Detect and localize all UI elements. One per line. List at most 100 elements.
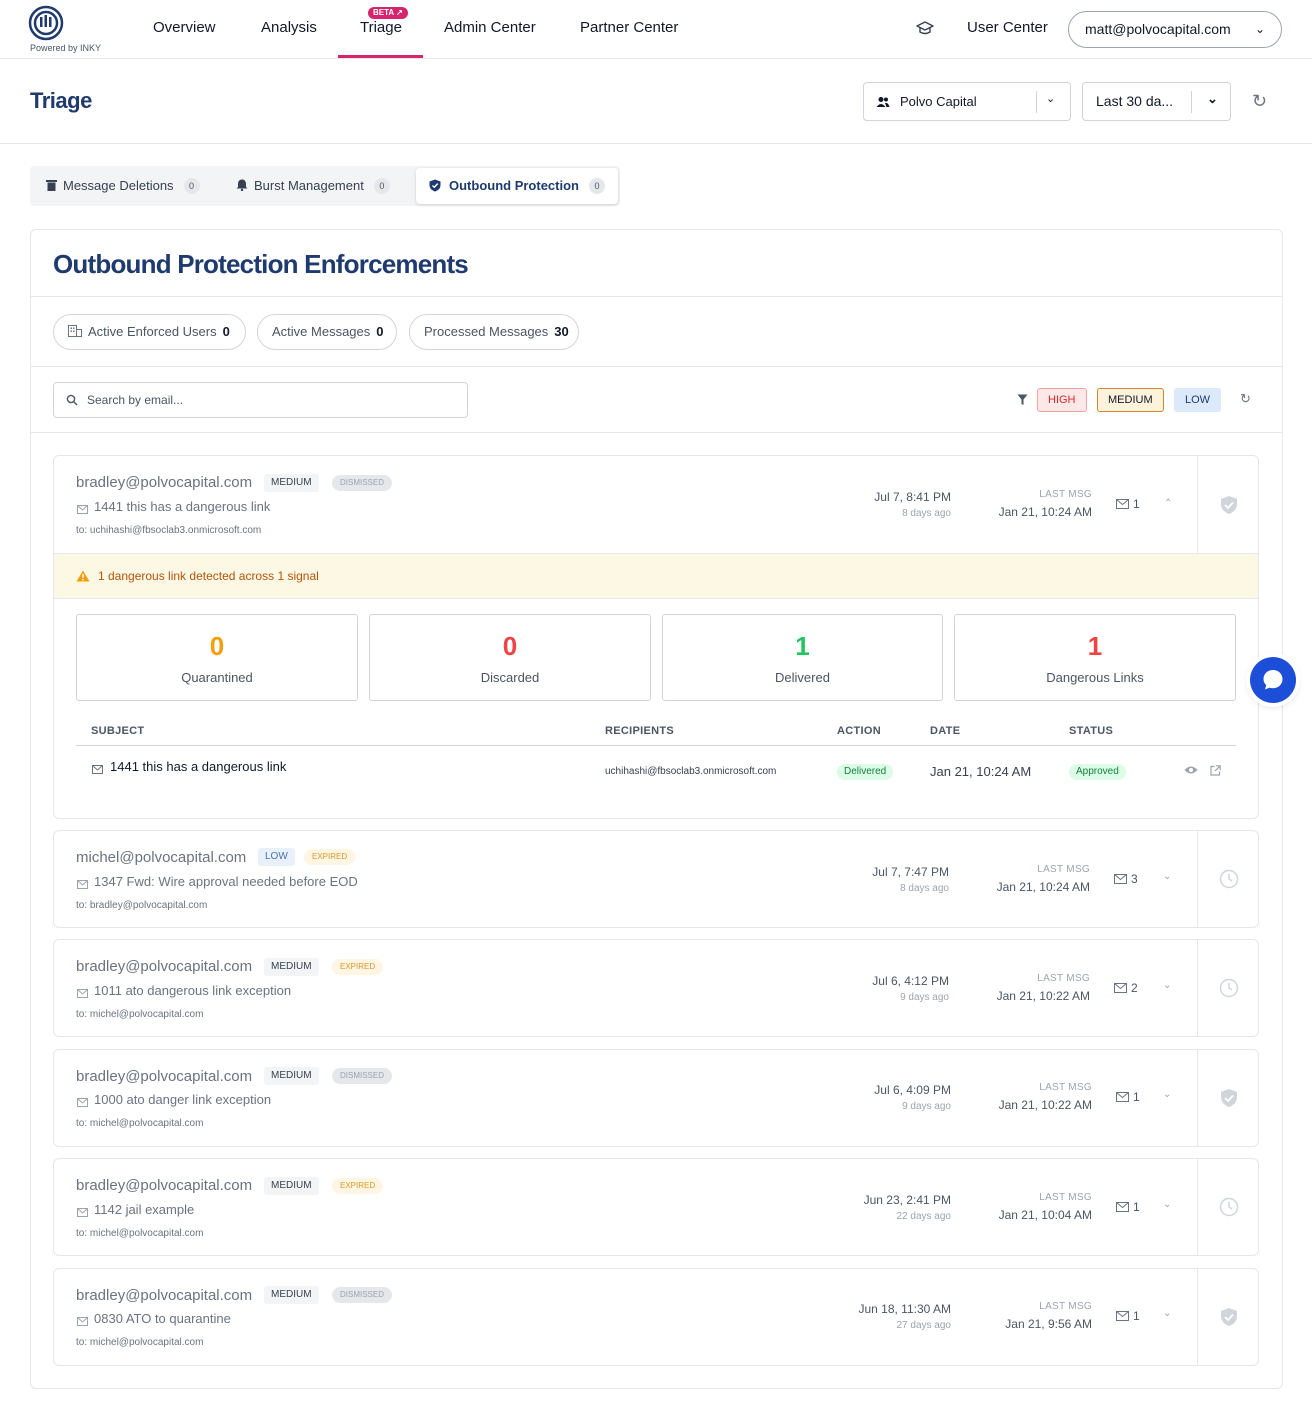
envelope-icon xyxy=(92,765,103,774)
pill-active-messages[interactable]: Active Messages 0 xyxy=(257,314,397,350)
external-link-icon[interactable] xyxy=(1210,765,1221,776)
row-recipient: to: michel@polvocapital.com xyxy=(76,1337,204,1348)
status-approved-badge: Approved xyxy=(1069,764,1126,780)
stat-label: Discarded xyxy=(480,670,540,685)
row-recipient: to: bradley@polvocapital.com xyxy=(76,900,208,911)
status-badge: DISMISSED xyxy=(332,1068,393,1084)
envelope-icon xyxy=(77,880,88,889)
filter-icon[interactable] xyxy=(1017,394,1028,406)
envelope-icon xyxy=(1114,874,1127,884)
status-badge: DISMISSED xyxy=(332,475,393,491)
inky-logo-icon[interactable] xyxy=(28,5,64,41)
sender-email[interactable]: bradley@polvocapital.com xyxy=(76,1287,252,1304)
nav-overview[interactable]: Overview xyxy=(153,19,216,36)
chat-launcher-button[interactable] xyxy=(1250,657,1296,703)
nav-analysis[interactable]: Analysis xyxy=(261,19,317,36)
row-date: Jul 7, 8:41 PM xyxy=(874,490,951,504)
envelope-icon xyxy=(1116,1202,1129,1212)
chevron-down-icon[interactable]: ⌄ xyxy=(1163,871,1171,882)
last-msg-label: LAST MSG xyxy=(1037,973,1090,984)
severity-badge: MEDIUM xyxy=(264,1177,319,1195)
row-subject: 1011 ato dangerous link exception xyxy=(94,983,292,998)
organization-select[interactable]: Polvo Capital ⌄ xyxy=(863,82,1071,121)
row-ago: 8 days ago xyxy=(900,883,949,894)
severity-badge: MEDIUM xyxy=(264,1067,319,1085)
stat-label: Dangerous Links xyxy=(1046,670,1144,685)
nav-user-center[interactable]: User Center xyxy=(967,19,1048,36)
tab-burst-management[interactable]: Burst Management 0 xyxy=(236,166,390,206)
message-recipient: uchihashi@fbsoclab3.onmicrosoft.com xyxy=(605,766,777,777)
sender-email[interactable]: michel@polvocapital.com xyxy=(76,849,246,866)
row-recipient: to: michel@polvocapital.com xyxy=(76,1009,204,1020)
last-msg-label: LAST MSG xyxy=(1039,1082,1092,1093)
nav-partner-center[interactable]: Partner Center xyxy=(580,19,678,36)
stat-value: 0 xyxy=(502,631,518,661)
row-subject: 1347 Fwd: Wire approval needed before EO… xyxy=(94,874,358,889)
tab-count: 0 xyxy=(183,178,200,194)
search-input[interactable]: Search by email... xyxy=(53,382,468,418)
column-header-status: STATUS xyxy=(1069,725,1114,737)
sender-email[interactable]: bradley@polvocapital.com xyxy=(76,474,252,491)
sender-email[interactable]: bradley@polvocapital.com xyxy=(76,1177,252,1194)
chevron-down-icon[interactable]: ⌄ xyxy=(1163,1308,1171,1319)
envelope-icon xyxy=(1116,1311,1129,1321)
row-subject: 0830 ATO to quarantine xyxy=(94,1311,231,1326)
nav-triage[interactable]: Triage xyxy=(360,19,402,36)
refresh-icon[interactable]: ↻ xyxy=(1252,91,1272,111)
organization-value: Polvo Capital xyxy=(900,94,977,109)
row-ago: 9 days ago xyxy=(900,992,949,1003)
filter-low[interactable]: LOW xyxy=(1174,388,1222,412)
sender-email[interactable]: bradley@polvocapital.com xyxy=(76,958,252,975)
stat-label: Quarantined xyxy=(181,670,253,685)
refresh-icon[interactable]: ↻ xyxy=(1240,391,1251,407)
chevron-down-icon: ⌄ xyxy=(1046,93,1056,105)
eye-icon[interactable] xyxy=(1184,765,1198,775)
nav-active-indicator xyxy=(338,55,423,58)
alert-text: 1 dangerous link detected across 1 signa… xyxy=(98,569,319,583)
stat-value: 1 xyxy=(1087,631,1103,661)
shield-check-icon xyxy=(429,179,441,192)
chevron-up-icon[interactable]: ⌃ xyxy=(1164,498,1172,509)
filter-medium[interactable]: MEDIUM xyxy=(1097,388,1164,412)
severity-badge: LOW xyxy=(258,848,295,866)
status-badge: EXPIRED xyxy=(332,1178,384,1194)
envelope-icon xyxy=(1116,1092,1129,1102)
date-range-value: Last 30 da... xyxy=(1096,93,1174,109)
severity-badge: MEDIUM xyxy=(264,1286,319,1304)
row-recipient: to: michel@polvocapital.com xyxy=(76,1228,204,1239)
shield-check-icon xyxy=(1221,1089,1237,1107)
row-subject: 1000 ato danger link exception xyxy=(94,1092,272,1107)
stat-delivered: 1 Delivered xyxy=(662,614,943,701)
last-msg-label: LAST MSG xyxy=(1039,1301,1092,1312)
chevron-down-icon: ⌄ xyxy=(1254,22,1265,36)
tab-message-deletions[interactable]: Message Deletions 0 xyxy=(46,166,200,206)
action-badge: Delivered xyxy=(837,764,894,780)
date-range-select[interactable]: Last 30 da... ⌄ xyxy=(1082,82,1231,121)
graduation-cap-icon[interactable] xyxy=(916,21,934,35)
clock-icon xyxy=(1219,1197,1239,1217)
nav-admin-center[interactable]: Admin Center xyxy=(444,19,536,36)
account-menu-button[interactable]: matt@polvocapital.com ⌄ xyxy=(1068,11,1282,48)
pill-processed-messages[interactable]: Processed Messages 30 xyxy=(409,314,579,350)
pill-active-enforced-users[interactable]: Active Enforced Users 0 xyxy=(53,314,246,350)
tab-outbound-protection[interactable]: Outbound Protection 0 xyxy=(416,168,618,204)
row-subject: 1142 jail example xyxy=(94,1202,195,1217)
building-icon xyxy=(68,325,82,337)
chevron-down-icon[interactable]: ⌄ xyxy=(1163,980,1171,991)
severity-badge: MEDIUM xyxy=(264,958,319,976)
row-date: Jun 23, 2:41 PM xyxy=(863,1193,951,1207)
row-date: Jul 6, 4:12 PM xyxy=(872,974,949,988)
enforcement-row[interactable] xyxy=(53,1158,1259,1256)
chevron-down-icon[interactable]: ⌄ xyxy=(1163,1089,1171,1100)
bell-icon xyxy=(236,179,248,192)
last-msg-date: Jan 21, 10:22 AM xyxy=(996,989,1090,1003)
row-date: Jul 7, 7:47 PM xyxy=(872,865,949,879)
message-count: 1 xyxy=(1133,1200,1140,1214)
column-header-recipients: RECIPIENTS xyxy=(605,725,675,737)
row-ago: 8 days ago xyxy=(902,508,951,519)
stat-discarded: 0 Discarded xyxy=(369,614,651,701)
sender-email[interactable]: bradley@polvocapital.com xyxy=(76,1068,252,1085)
filter-high[interactable]: HIGH xyxy=(1037,388,1087,412)
chevron-down-icon[interactable]: ⌄ xyxy=(1163,1199,1171,1210)
message-count: 2 xyxy=(1131,981,1138,995)
